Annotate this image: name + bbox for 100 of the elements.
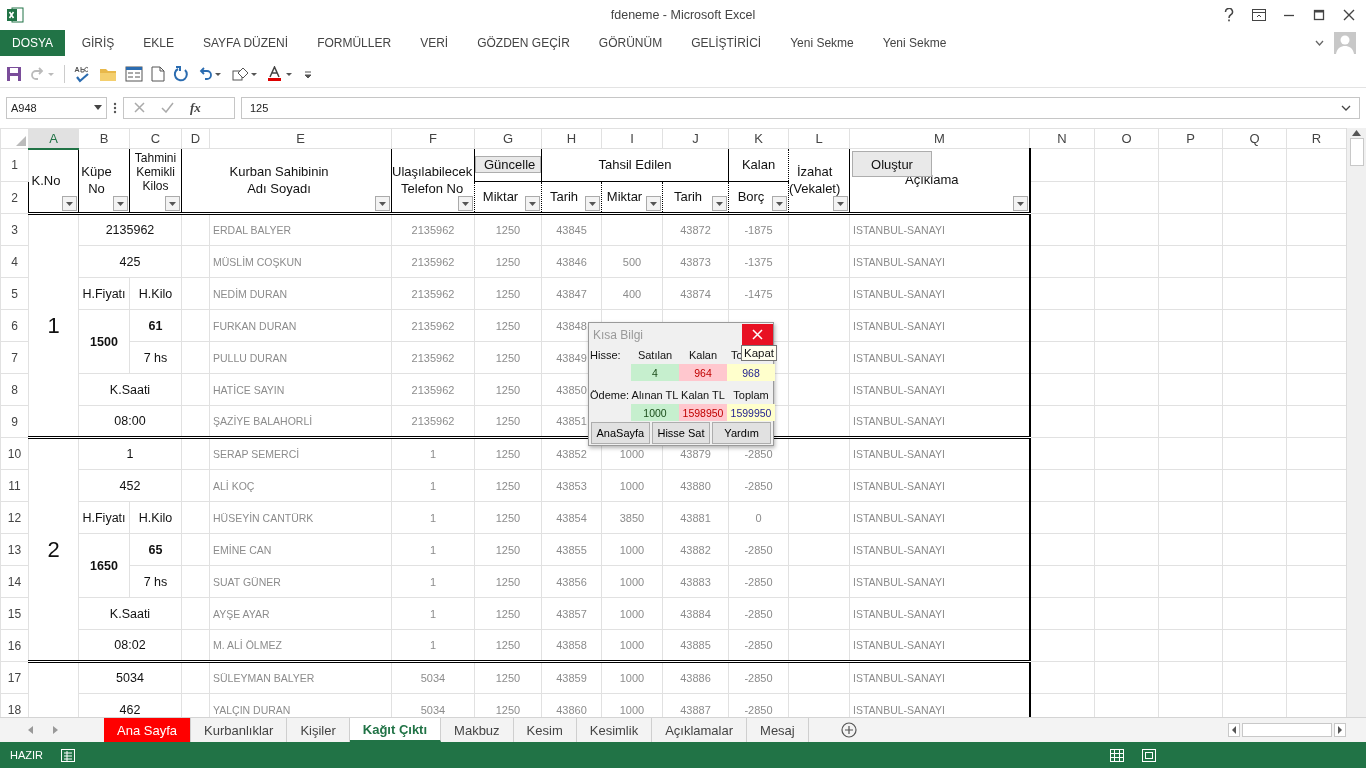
- previous-sheet-icon[interactable]: [28, 726, 33, 734]
- shapes-icon[interactable]: [231, 65, 259, 82]
- filter-dropdown-button[interactable]: [375, 196, 390, 211]
- filter-dropdown-button[interactable]: [113, 196, 128, 211]
- column-header[interactable]: N: [1029, 128, 1095, 149]
- column-header[interactable]: R: [1286, 128, 1346, 149]
- create-button[interactable]: Oluştur: [852, 151, 932, 177]
- spelling-check-icon[interactable]: [73, 64, 91, 83]
- row-header[interactable]: 2: [0, 181, 29, 214]
- ribbon-tab[interactable]: Yeni Sekme: [775, 30, 869, 56]
- name-box[interactable]: A948: [6, 96, 107, 119]
- formula-input[interactable]: 125: [241, 96, 1360, 119]
- row-header[interactable]: 18: [0, 693, 29, 717]
- ribbon-tab[interactable]: FORMÜLLER: [302, 30, 406, 56]
- update-button[interactable]: Güncelle: [475, 156, 541, 174]
- column-header[interactable]: E: [209, 128, 392, 149]
- row-header[interactable]: 4: [0, 245, 29, 278]
- row-header[interactable]: 17: [0, 661, 29, 694]
- close-icon[interactable]: [752, 329, 763, 340]
- refresh-icon[interactable]: [173, 65, 189, 82]
- row-header[interactable]: 5: [0, 277, 29, 310]
- ribbon-tab[interactable]: GÖZDEN GEÇİR: [462, 30, 585, 56]
- dialog-button[interactable]: Hisse Sat: [651, 422, 711, 444]
- filter-dropdown-button[interactable]: [62, 196, 77, 211]
- filter-dropdown-button[interactable]: [585, 196, 600, 211]
- caret-icon[interactable]: [462, 201, 469, 206]
- scroll-left-icon[interactable]: [1228, 723, 1240, 737]
- next-sheet-icon[interactable]: [53, 726, 58, 734]
- scroll-right-icon[interactable]: [1334, 723, 1346, 737]
- close-button[interactable]: [742, 323, 773, 346]
- column-header[interactable]: A: [28, 128, 79, 149]
- row-header[interactable]: 3: [0, 213, 29, 246]
- caret-icon[interactable]: [776, 201, 783, 206]
- filter-dropdown-button[interactable]: [1012, 196, 1028, 211]
- form-icon[interactable]: [125, 65, 143, 82]
- column-header[interactable]: J: [662, 128, 729, 149]
- filter-dropdown-button[interactable]: [772, 196, 787, 211]
- add-sheet-icon[interactable]: [840, 722, 857, 738]
- vertical-scrollbar[interactable]: [1346, 128, 1366, 717]
- normal-view-icon[interactable]: [1110, 748, 1124, 762]
- filter-dropdown-button[interactable]: [525, 196, 540, 211]
- column-header[interactable]: B: [78, 128, 130, 149]
- caret-icon[interactable]: [650, 201, 657, 206]
- sheet-tab[interactable]: Kağıt Çıktı: [349, 718, 442, 742]
- caret-icon[interactable]: [379, 201, 386, 206]
- customize-toolbar-icon[interactable]: [303, 68, 313, 79]
- caret-icon[interactable]: [716, 201, 723, 206]
- new-document-icon[interactable]: [151, 65, 165, 82]
- row-header[interactable]: 12: [0, 501, 29, 534]
- insert-function-button[interactable]: fx: [190, 99, 201, 116]
- column-header[interactable]: M: [849, 128, 1030, 149]
- collapse-ribbon-icon[interactable]: [1315, 40, 1324, 46]
- row-header[interactable]: 7: [0, 341, 29, 374]
- column-header[interactable]: D: [181, 128, 210, 149]
- column-header[interactable]: Q: [1222, 128, 1287, 149]
- scroll-thumb[interactable]: [1242, 723, 1332, 737]
- font-color-icon[interactable]: [267, 65, 295, 82]
- ribbon-tab[interactable]: EKLE: [128, 30, 189, 56]
- filter-dropdown-button[interactable]: [646, 196, 661, 211]
- page-layout-icon[interactable]: [1142, 748, 1156, 762]
- scroll-up-icon[interactable]: [1352, 130, 1361, 136]
- caret-icon[interactable]: [529, 201, 536, 206]
- expand-icon[interactable]: [1341, 104, 1351, 111]
- scroll-thumb[interactable]: [1349, 138, 1364, 166]
- row-header[interactable]: 10: [0, 437, 29, 470]
- filter-dropdown-button[interactable]: [165, 196, 180, 211]
- ribbon-tab[interactable]: GELİŞTİRİCİ: [676, 30, 776, 56]
- sheet-tab[interactable]: Ana Sayfa: [104, 718, 191, 742]
- undo-icon[interactable]: [197, 65, 223, 82]
- column-header[interactable]: L: [788, 128, 850, 149]
- column-header[interactable]: C: [129, 128, 182, 149]
- filter-dropdown-button[interactable]: [712, 196, 727, 211]
- column-header[interactable]: F: [391, 128, 475, 149]
- dialog-button[interactable]: AnaSayfa: [591, 422, 650, 444]
- ribbon-tab[interactable]: GİRİŞ: [67, 30, 129, 56]
- caret-icon[interactable]: [589, 201, 596, 206]
- column-header[interactable]: K: [728, 128, 789, 149]
- column-header[interactable]: O: [1094, 128, 1159, 149]
- row-header[interactable]: 15: [0, 597, 29, 630]
- caret-icon[interactable]: [66, 201, 73, 206]
- row-header[interactable]: 16: [0, 629, 29, 662]
- save-icon[interactable]: [6, 65, 22, 82]
- dialog-button[interactable]: Yardım: [712, 422, 771, 444]
- column-header[interactable]: I: [601, 128, 663, 149]
- more-options-icon[interactable]: [113, 101, 117, 114]
- row-header[interactable]: 6: [0, 309, 29, 342]
- caret-icon[interactable]: [117, 201, 124, 206]
- row-header[interactable]: 14: [0, 565, 29, 598]
- ribbon-tab[interactable]: GÖRÜNÜM: [584, 30, 677, 56]
- caret-icon[interactable]: [169, 201, 176, 206]
- ribbon-tab[interactable]: VERİ: [405, 30, 463, 56]
- macro-record-icon[interactable]: [61, 748, 75, 762]
- caret-icon[interactable]: [837, 201, 844, 206]
- filter-dropdown-button[interactable]: [833, 196, 848, 211]
- caret-icon[interactable]: [1016, 201, 1024, 206]
- ribbon-tab[interactable]: Yeni Sekme: [868, 30, 961, 56]
- ribbon-tab[interactable]: SAYFA DÜZENİ: [188, 30, 303, 56]
- row-header[interactable]: 13: [0, 533, 29, 566]
- check-icon[interactable]: [161, 102, 174, 113]
- caret-icon[interactable]: [94, 105, 102, 110]
